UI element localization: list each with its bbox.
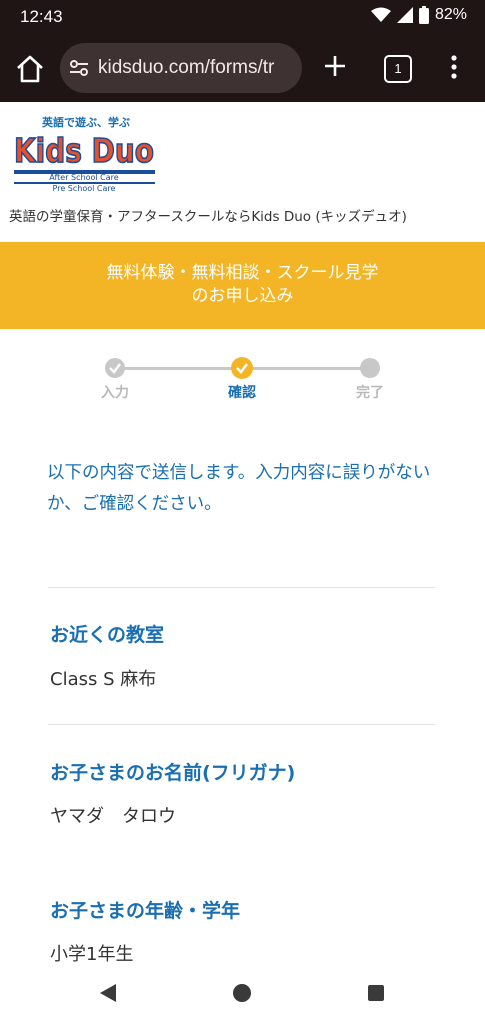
step-confirm-dot: [231, 357, 253, 379]
check-icon: [109, 363, 121, 374]
address-bar[interactable]: kidsduo.com/forms/tr: [60, 43, 302, 93]
battery-percent: 82%: [434, 6, 467, 23]
page-banner: 無料体験・無料相談・スクール見学 のお申し込み: [0, 242, 485, 329]
step-complete-label: 完了: [356, 385, 384, 401]
step-connector-2: [250, 367, 362, 370]
more-menu-icon[interactable]: [447, 54, 461, 80]
logo-brand-text: Kids Duo: [14, 131, 154, 170]
step-confirm-label: 確認: [228, 385, 256, 401]
home-circle-icon[interactable]: [233, 984, 251, 1002]
battery-icon: [418, 6, 429, 24]
browser-toolbar: kidsduo.com/forms/tr 1: [0, 34, 485, 102]
section-divider: [48, 724, 435, 725]
kids-duo-logo[interactable]: 英語で遊ぶ、学ぶ Kids Duo After School Care Pre …: [12, 112, 157, 192]
system-navigation-bar: [0, 968, 485, 1024]
field-label-child-name-kana: お子さまのお名前(フリガナ): [50, 762, 296, 784]
progress-steps: 入力 確認 完了: [90, 356, 390, 408]
banner-line1: 無料体験・無料相談・スクール見学: [106, 263, 379, 283]
field-value-classroom: Class S 麻布: [50, 669, 157, 690]
section-divider: [48, 587, 435, 588]
recents-icon[interactable]: [368, 985, 384, 1001]
logo-line2: Pre School Care: [53, 184, 116, 192]
step-complete-dot: [360, 358, 380, 378]
field-value-child-name-kana: ヤマダ タロウ: [50, 806, 176, 827]
tab-switcher-button[interactable]: 1: [384, 55, 412, 83]
field-label-classroom: お近くの教室: [50, 624, 165, 646]
site-tagline: 英語の学童保育・アフタースクールならKids Duo (キッズデュオ): [9, 209, 407, 225]
status-icons: 82%: [370, 6, 467, 24]
site-settings-icon[interactable]: [68, 57, 90, 79]
back-icon[interactable]: [99, 983, 117, 1003]
logo-line1: After School Care: [49, 173, 118, 182]
step-input-label: 入力: [101, 385, 129, 401]
check-icon: [236, 363, 248, 374]
signal-icon: [396, 7, 413, 23]
step-connector-1: [115, 367, 233, 370]
url-text[interactable]: kidsduo.com/forms/tr: [98, 57, 274, 79]
field-label-child-grade: お子さまの年齢・学年: [50, 900, 241, 922]
new-tab-icon[interactable]: [322, 53, 348, 79]
logo-top-text: 英語で遊ぶ、学ぶ: [41, 115, 130, 129]
confirmation-message: 以下の内容で送信します。入力内容に誤りがないか、ご確認ください。: [47, 463, 431, 514]
status-time: 12:43: [20, 7, 63, 26]
field-value-child-grade: 小学1年生: [50, 944, 134, 965]
banner-line2: のお申し込み: [191, 286, 294, 306]
wifi-icon: [370, 7, 391, 22]
status-bar: 12:43 82%: [0, 0, 485, 34]
step-input-dot: [105, 358, 125, 378]
home-icon[interactable]: [14, 53, 46, 85]
